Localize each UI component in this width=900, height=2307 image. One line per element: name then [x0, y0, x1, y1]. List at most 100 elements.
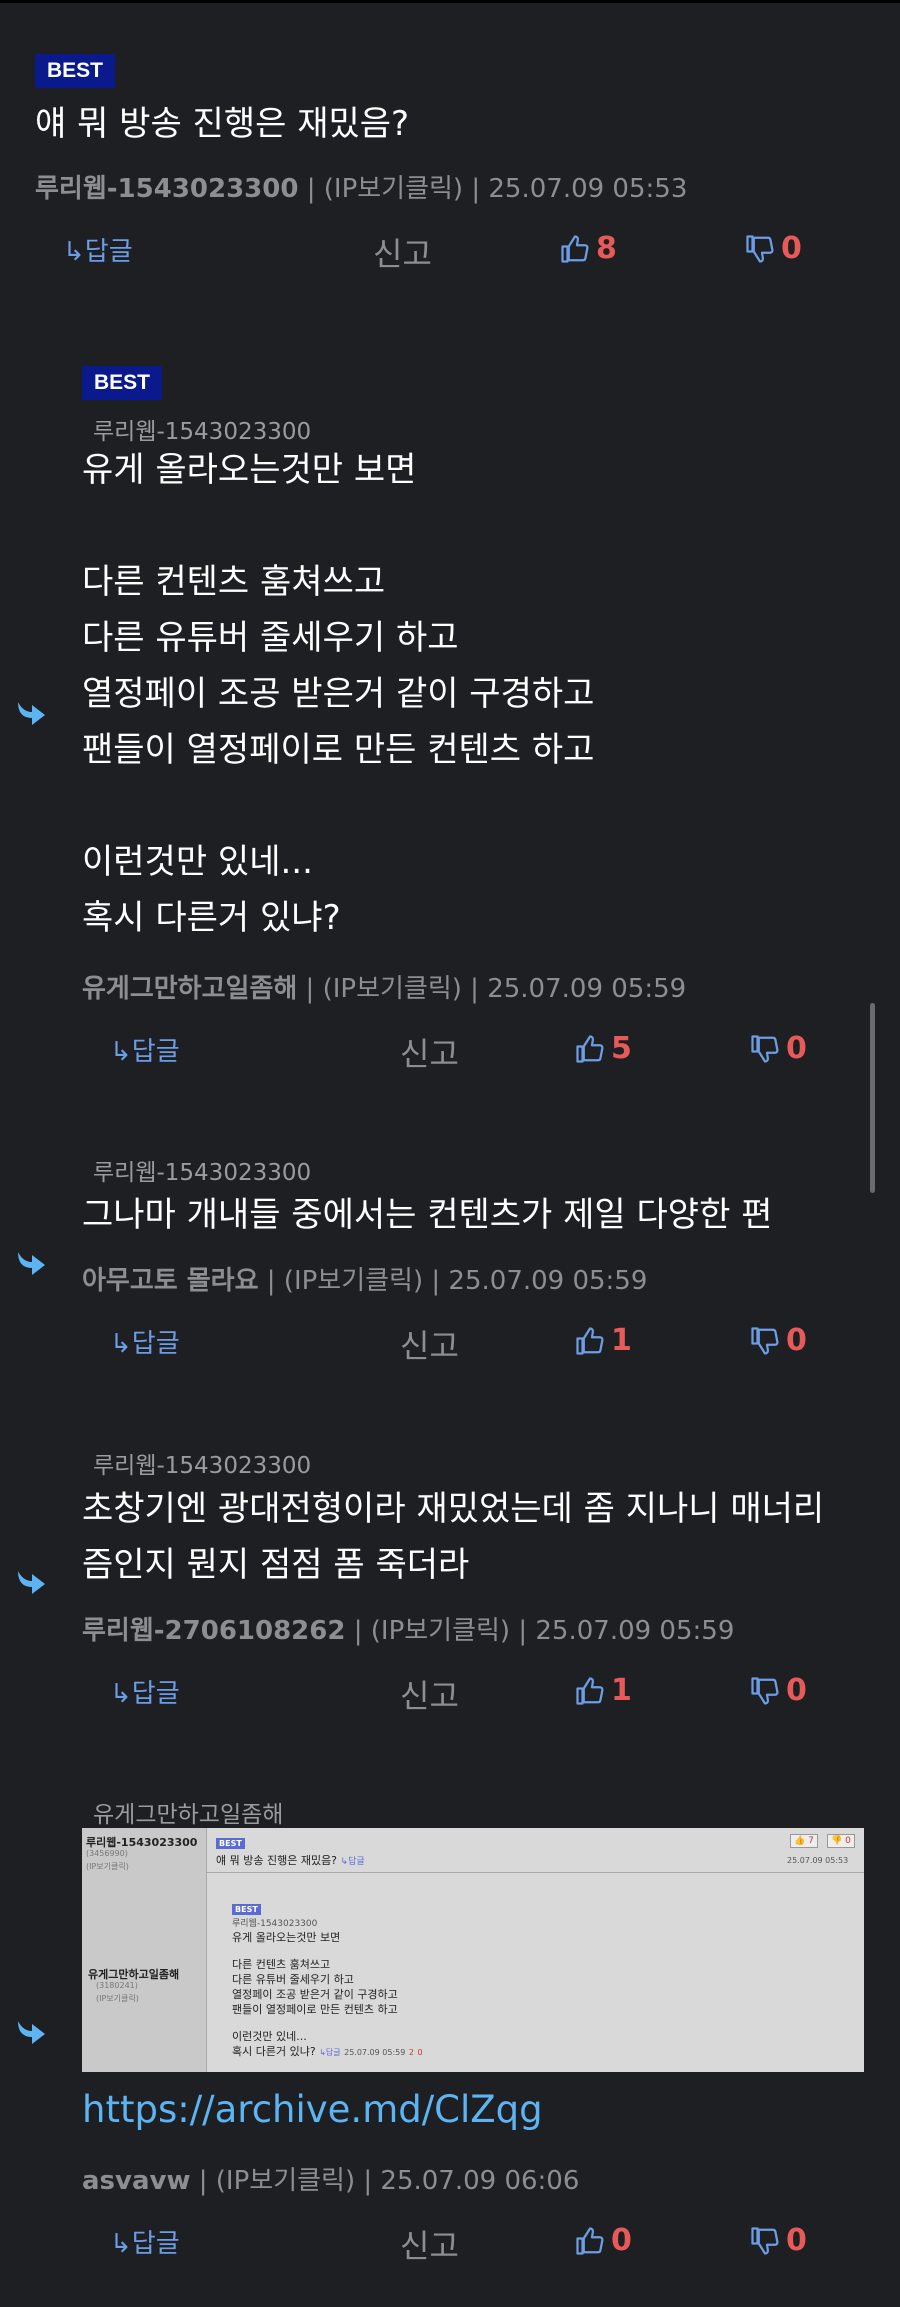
- thumbnail-line: 다른 컨텐츠 훔쳐쓰고: [232, 1958, 331, 1971]
- thumbs-down-icon: [751, 1035, 779, 1063]
- comment-body: 그나마 개내들 중에서는 컨텐츠가 제일 다양한 편: [82, 1195, 773, 1235]
- reply-to-author: 유게그만하고일좀해: [93, 1802, 284, 1828]
- comment-time: 25.07.09 05:59: [535, 1616, 735, 1646]
- comment-author[interactable]: 아무고토 몰라요: [82, 1266, 259, 1296]
- report-button[interactable]: 신고: [400, 2221, 459, 2267]
- reply-arrow-icon: [18, 2021, 45, 2044]
- thumbnail-line: 다른 유튜버 줄세우기 하고: [232, 1973, 354, 1986]
- dislike-button[interactable]: 0: [745, 231, 802, 266]
- comment-author[interactable]: 루리웹-2706108262: [82, 1616, 345, 1646]
- comment-meta: 루리웹-1543023300 | (IP보기클릭) | 25.07.09 05:…: [35, 174, 688, 204]
- ip-view-link[interactable]: (IP보기클릭): [371, 1616, 510, 1646]
- comment-meta: 유게그만하고일좀해 | (IP보기클릭) | 25.07.09 05:59: [82, 974, 687, 1004]
- thumbnail-line: 열정페이 조공 받은거 같이 구경하고: [232, 1988, 398, 2001]
- dislike-button[interactable]: 0: [750, 1323, 807, 1358]
- like-count: 5: [611, 1031, 632, 1066]
- dislike-button[interactable]: 0: [750, 1031, 807, 1066]
- reply-button[interactable]: ↳답글: [63, 231, 133, 268]
- comment-meta: asvavw | (IP보기클릭) | 25.07.09 06:06: [82, 2166, 580, 2196]
- best-badge: BEST: [82, 366, 163, 400]
- thumbnail-author-sub: (IP보기클릭): [86, 1862, 129, 1871]
- attached-screenshot-image[interactable]: 루리웹-1543023300 (3456990) (IP보기클릭) BEST 얘…: [82, 1828, 864, 2072]
- dislike-count: 0: [786, 1323, 807, 1358]
- scrollbar[interactable]: [870, 1003, 875, 1193]
- dislike-count: 0: [786, 1031, 807, 1066]
- comment-time: 25.07.09 05:59: [487, 974, 687, 1004]
- thumbnail-line: 이런것만 있네...: [232, 2030, 307, 2043]
- thumbnail-best-badge: BEST: [232, 1902, 261, 1915]
- thumbs-down-icon: [751, 1677, 779, 1705]
- thumbnail-line: 팬들이 열정페이로 만든 컨텐츠 하고: [232, 2003, 398, 2016]
- reply-to-author: 루리웹-1543023300: [93, 1160, 312, 1186]
- comment-time: 25.07.09 05:53: [488, 174, 688, 204]
- thumbnail-line: 유게 올라오는것만 보면: [232, 1931, 341, 1944]
- like-count: 8: [596, 231, 617, 266]
- thumbnail-author-sub: (3180241): [96, 1981, 138, 1990]
- comment-1: BEST: [35, 54, 865, 88]
- like-button[interactable]: 0: [575, 2223, 632, 2258]
- top-border: [0, 0, 900, 3]
- thumbnail-author-sub: (IP보기클릭): [96, 1994, 139, 2003]
- like-count: 0: [611, 2223, 632, 2258]
- report-button[interactable]: 신고: [400, 1321, 459, 1367]
- thumbs-up-icon: [576, 2227, 604, 2255]
- dislike-button[interactable]: 0: [750, 2223, 807, 2258]
- comment-body: 유게 올라오는것만 보면 다른 컨텐츠 훔쳐쓰고 다른 유튜버 줄세우기 하고 …: [82, 450, 595, 938]
- thumbnail-line: 혹시 다른거 있냐? ↳답글 25.07.09 05:59 2 0: [232, 2045, 423, 2058]
- thumbnail-author-sub: (3456990): [86, 1849, 128, 1858]
- report-button[interactable]: 신고: [400, 1671, 459, 1717]
- dislike-count: 0: [781, 231, 802, 266]
- thumbnail-author: 루리웹-1543023300: [86, 1836, 198, 1849]
- comment-meta: 아무고토 몰라요 | (IP보기클릭) | 25.07.09 05:59: [82, 1266, 648, 1296]
- report-button[interactable]: 신고: [400, 1029, 459, 1075]
- reply-arrow-icon: [18, 702, 45, 725]
- like-button[interactable]: 1: [575, 1323, 632, 1358]
- ip-view-link[interactable]: (IP보기클릭): [284, 1266, 423, 1296]
- comment-body: 초창기엔 광대전형이라 재밌었는데 좀 지나니 매너리 즘인지 뭔지 점점 폼 …: [82, 1489, 825, 1585]
- comment-2: BEST: [82, 366, 163, 400]
- comment-meta: 루리웹-2706108262 | (IP보기클릭) | 25.07.09 05:…: [82, 1616, 735, 1646]
- thumbs-up-icon: [576, 1677, 604, 1705]
- thumbs-down-icon: [746, 235, 774, 263]
- best-badge: BEST: [35, 54, 116, 88]
- thumbs-down-icon: [751, 2227, 779, 2255]
- reply-arrow-icon: [18, 1252, 45, 1275]
- reply-to-author: 루리웹-1543023300: [93, 1453, 312, 1479]
- thumbnail-reply-to: 루리웹-1543023300: [232, 1919, 318, 1929]
- thumbnail-divider: [206, 1872, 864, 1873]
- dislike-count: 0: [786, 1673, 807, 1708]
- like-button[interactable]: 8: [560, 231, 617, 266]
- like-button[interactable]: 1: [575, 1673, 632, 1708]
- thumbnail-votes: 👍 7: [790, 1834, 818, 1848]
- thumbs-up-icon: [576, 1035, 604, 1063]
- like-count: 1: [611, 1673, 632, 1708]
- dislike-button[interactable]: 0: [750, 1673, 807, 1708]
- comment-author[interactable]: asvavw: [82, 2166, 190, 2196]
- ip-view-link[interactable]: (IP보기클릭): [323, 974, 462, 1004]
- ip-view-link[interactable]: (IP보기클릭): [324, 174, 463, 204]
- thumbs-up-icon: [576, 1327, 604, 1355]
- like-count: 1: [611, 1323, 632, 1358]
- like-button[interactable]: 5: [575, 1031, 632, 1066]
- thumbnail-best-badge: BEST: [216, 1836, 245, 1849]
- comment-actions: ↳답글 신고 0 0: [110, 2223, 870, 2267]
- thumbs-up-icon: [561, 235, 589, 263]
- thumbnail-post-text: 얘 뭐 방송 진행은 재밌음? ↳답글: [216, 1854, 365, 1867]
- comment-actions: ↳답글 신고 1 0: [110, 1673, 870, 1717]
- reply-to-author: 루리웹-1543023300: [93, 419, 312, 445]
- archive-link[interactable]: https://archive.md/ClZqg: [82, 2088, 543, 2131]
- reply-arrow-icon: [18, 1571, 45, 1594]
- comment-author[interactable]: 루리웹-1543023300: [35, 174, 298, 204]
- ip-view-link[interactable]: (IP보기클릭): [216, 2166, 355, 2196]
- reply-button[interactable]: ↳답글: [110, 1673, 180, 1710]
- reply-button[interactable]: ↳답글: [110, 2223, 180, 2260]
- reply-button[interactable]: ↳답글: [110, 1323, 180, 1360]
- comment-author[interactable]: 유게그만하고일좀해: [82, 974, 297, 1004]
- thumbs-down-icon: [751, 1327, 779, 1355]
- comment-time: 25.07.09 05:59: [448, 1266, 648, 1296]
- reply-button[interactable]: ↳답글: [110, 1031, 180, 1068]
- comment-time: 25.07.09 06:06: [380, 2166, 580, 2196]
- comment-actions: ↳답글 신고 5 0: [110, 1031, 870, 1075]
- comment-body: 얘 뭐 방송 진행은 재밌음?: [35, 104, 410, 144]
- report-button[interactable]: 신고: [373, 229, 432, 275]
